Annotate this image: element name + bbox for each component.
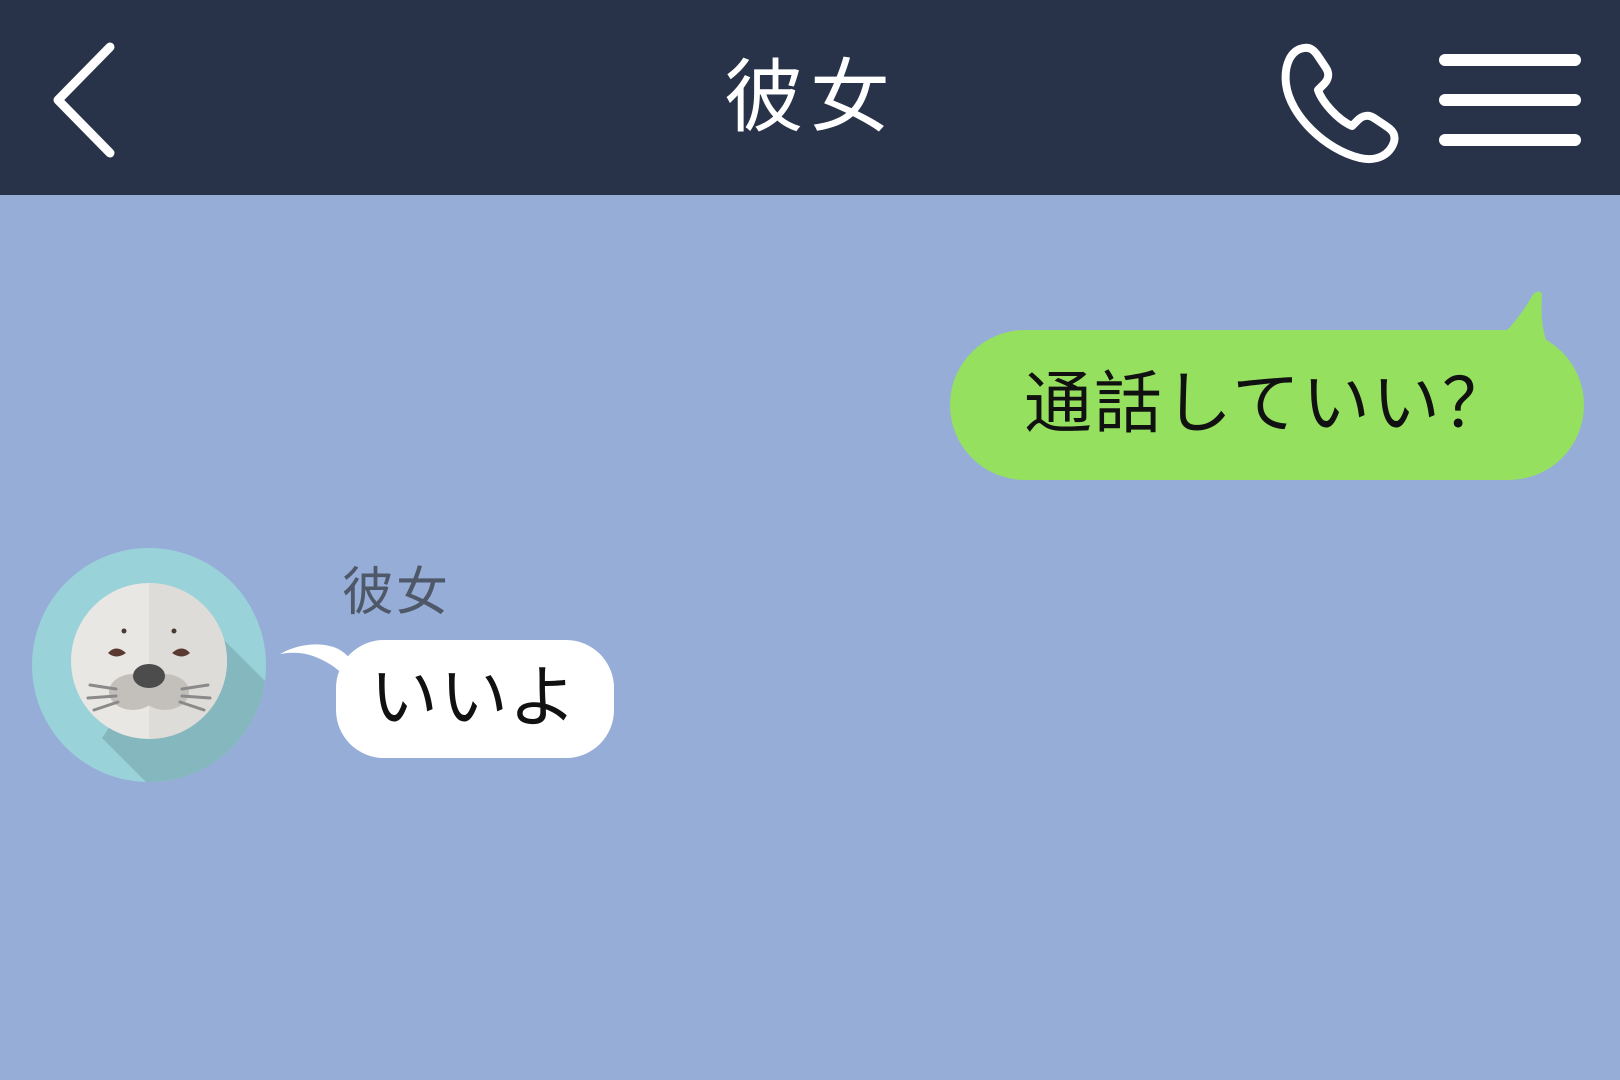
sender-name: 彼女 (342, 563, 451, 623)
received-message-bubble[interactable]: いいよ (336, 640, 614, 758)
seal-avatar-icon[interactable] (32, 548, 266, 782)
hamburger-menu-icon (1439, 54, 1581, 146)
call-button[interactable] (1280, 38, 1415, 168)
sent-message-bubble[interactable]: 通話していい？ (950, 330, 1584, 480)
phone-icon (1281, 43, 1399, 163)
chat-header: 彼女 (0, 0, 1620, 195)
menu-button[interactable] (1435, 48, 1585, 153)
